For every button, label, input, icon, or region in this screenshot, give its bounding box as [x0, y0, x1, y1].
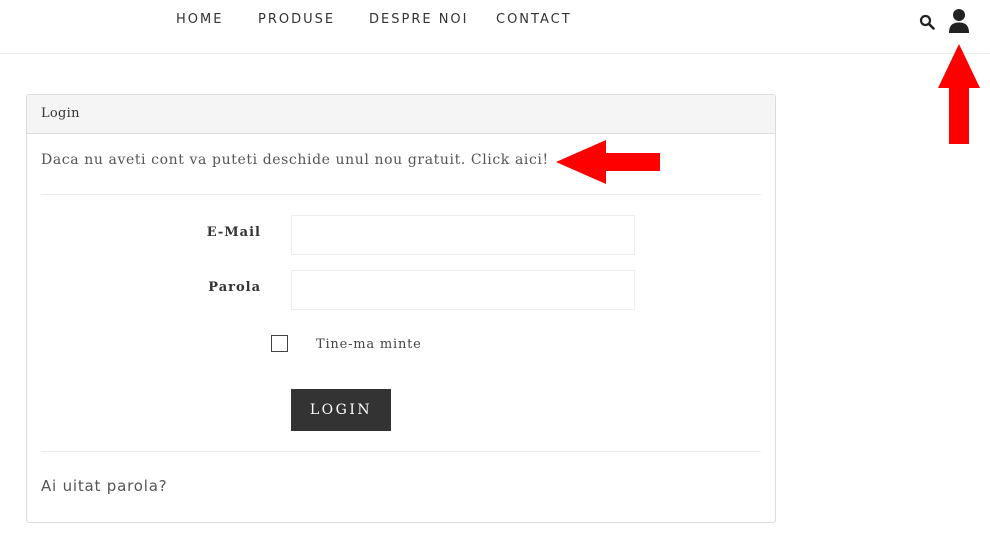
login-button[interactable]: LOGIN [291, 389, 391, 431]
annotation-arrow-left-icon [556, 140, 660, 184]
email-field[interactable] [291, 215, 635, 255]
register-link[interactable]: Daca nu aveti cont va puteti deschide un… [41, 152, 549, 168]
register-note: Daca nu aveti cont va puteti deschide un… [41, 152, 549, 168]
nav-produse-link[interactable]: PRODUSE [258, 12, 335, 27]
top-navigation-bar: HOME PRODUSE DESPRE NOI CONTACT [0, 0, 990, 54]
annotation-arrow-up-icon [938, 44, 980, 144]
forgot-password-link[interactable]: Ai uitat parola? [41, 477, 167, 495]
divider [41, 451, 761, 452]
search-icon[interactable] [919, 14, 935, 30]
remember-me-label[interactable]: Tine-ma minte [316, 337, 422, 352]
divider [41, 194, 761, 195]
user-account-icon[interactable] [948, 8, 970, 34]
nav-home-link[interactable]: HOME [176, 12, 223, 27]
login-panel: Login Daca nu aveti cont va puteti desch… [26, 94, 776, 523]
remember-me-checkbox[interactable] [271, 335, 288, 352]
nav-contact-link[interactable]: CONTACT [496, 12, 572, 27]
login-panel-heading: Login [27, 95, 775, 134]
password-field[interactable] [291, 270, 635, 310]
nav-despre-noi-link[interactable]: DESPRE NOI [369, 12, 469, 27]
password-label: Parola [208, 280, 261, 295]
email-label: E-Mail [206, 225, 261, 240]
